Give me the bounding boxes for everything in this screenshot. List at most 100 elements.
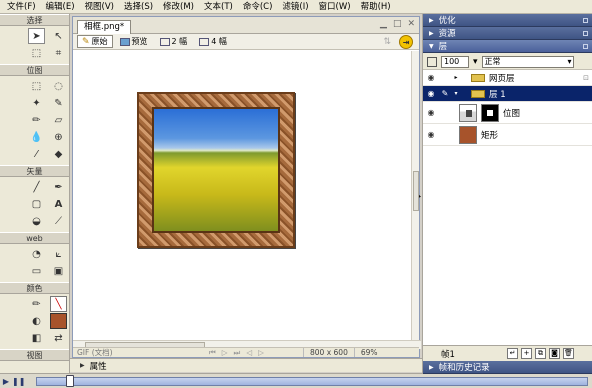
opacity-dropdown-icon[interactable]: ▾ [473, 57, 478, 67]
rubber-stamp-tool-icon[interactable]: ⊕ [50, 129, 67, 145]
knife-tool-icon[interactable]: ⟋ [50, 213, 67, 229]
pause-button-icon[interactable]: ❚❚ [12, 377, 25, 386]
timeline-track[interactable] [36, 377, 588, 386]
expand-triangle-icon: ▶ [429, 29, 434, 37]
window-controls: ▁ □ ✕ [380, 19, 415, 29]
vertical-scrollbar[interactable] [411, 51, 419, 340]
menu-window[interactable]: 窗口(W) [314, 0, 356, 14]
paint-bucket-tool-icon[interactable]: ◆ [50, 146, 67, 162]
blur-tool-icon[interactable]: 💧 [28, 129, 45, 145]
line-tool-icon[interactable]: ╱ [28, 179, 45, 195]
eyedropper-tool-icon[interactable]: ⁄ [28, 146, 45, 162]
layer-object-bitmap[interactable]: ◉ 位图 [423, 102, 592, 124]
marquee-tool-icon[interactable]: ⬚ [28, 78, 45, 94]
lasso-tool-icon[interactable]: ◌ [50, 78, 67, 94]
layer-row-web[interactable]: ◉ ▸ 网页层 ⊡ [423, 70, 592, 86]
tab-2up[interactable]: 2 幅 [155, 35, 193, 48]
scale-tool-icon[interactable]: ⬚ [28, 45, 45, 61]
minimize-icon[interactable]: ▁ [380, 19, 387, 29]
next-frame-icon[interactable]: ▷ [258, 348, 264, 358]
select-tools: ➤ ↖ ⬚ ⌗ [0, 26, 69, 64]
default-colors-icon[interactable]: ◧ [28, 330, 45, 346]
eraser-tool-icon[interactable]: ▱ [50, 112, 67, 128]
stroke-swatch-icon[interactable]: ╲ [50, 296, 67, 312]
rectangle-tool-icon[interactable]: ▢ [28, 196, 45, 212]
tools-panel: 选择 ➤ ↖ ⬚ ⌗ 位图 ⬚ ◌ ✦ ✎ ✏ ▱ 💧 ⊕ ⁄ ◆ 矢量 ╱ ✒… [0, 14, 70, 374]
add-mask-icon[interactable]: ◙ [549, 348, 560, 359]
tab-2up-label: 2 幅 [171, 37, 188, 46]
menu-commands[interactable]: 命令(C) [238, 0, 278, 14]
tab-preview[interactable]: 预览 [115, 35, 153, 48]
slice-tool-icon[interactable]: ⟀ [50, 246, 67, 262]
eye-icon[interactable]: ◉ [423, 73, 439, 82]
folder-icon [471, 89, 485, 98]
duplicate-layer-icon[interactable]: ⧉ [535, 348, 546, 359]
collapse-triangle-icon[interactable]: ▾ [451, 90, 461, 97]
freeform-tool-icon[interactable]: ◒ [28, 213, 45, 229]
current-frame-label[interactable]: 帧1 [423, 348, 507, 360]
opacity-field[interactable]: 100 [441, 55, 469, 68]
layer-object-rectangle[interactable]: ◉ 矩形 [423, 124, 592, 146]
assets-panel-header[interactable]: ▶ 资源 [423, 27, 592, 40]
playback-controls: ⏮ ▷ ⏭ ◁ ▷ [203, 348, 303, 358]
zoom-level[interactable]: 69% [353, 348, 384, 357]
timeline-playhead[interactable] [66, 375, 74, 387]
quick-export-icon[interactable]: ⇥ [399, 35, 413, 49]
expand-triangle-icon[interactable]: ▸ [451, 74, 461, 81]
tab-4up[interactable]: 4 幅 [194, 35, 232, 48]
pencil-tool-icon[interactable]: ✏ [28, 112, 45, 128]
swap-colors-icon[interactable]: ⇄ [50, 330, 67, 346]
menu-text[interactable]: 文本(T) [199, 0, 238, 14]
menu-filters[interactable]: 滤镜(I) [277, 0, 313, 14]
crop-tool-icon[interactable]: ⌗ [50, 45, 67, 61]
brush-tool-icon[interactable]: ✎ [50, 95, 67, 111]
expand-triangle-icon: ▶ [429, 363, 434, 371]
new-layer-icon[interactable]: + [521, 348, 532, 359]
canvas[interactable] [73, 51, 421, 340]
eye-icon[interactable]: ◉ [423, 130, 439, 139]
optimize-panel-header[interactable]: ▶ 优化 [423, 14, 592, 27]
stroke-color-icon[interactable]: ✏ [28, 296, 45, 312]
tab-4up-label: 4 幅 [211, 37, 227, 46]
pointer-tool-icon[interactable]: ➤ [28, 28, 45, 44]
maximize-icon[interactable]: □ [393, 19, 402, 29]
frames-history-panel-header[interactable]: ▶ 帧和历史记录 [423, 361, 592, 374]
play-button-icon[interactable]: ▶ [0, 377, 12, 386]
canvas-dimensions[interactable]: 800 x 600 [303, 348, 354, 357]
menu-modify[interactable]: 修改(M) [158, 0, 199, 14]
blend-mode-select[interactable]: 正常 [481, 55, 574, 68]
eye-icon[interactable]: ◉ [423, 108, 439, 117]
eye-icon[interactable]: ◉ [423, 89, 439, 98]
pen-tool-icon[interactable]: ✒ [50, 179, 67, 195]
folder-icon [471, 73, 485, 82]
menu-edit[interactable]: 编辑(E) [41, 0, 80, 14]
menu-view[interactable]: 视图(V) [80, 0, 119, 14]
hide-slices-icon[interactable]: ▭ [28, 263, 45, 279]
rapeseed-field-photo [154, 109, 278, 231]
menu-select[interactable]: 选择(S) [119, 0, 158, 14]
fill-swatch-icon[interactable] [50, 313, 67, 329]
text-tool-icon[interactable]: A [50, 196, 67, 212]
tab-original[interactable]: ✎ 原始 [77, 35, 113, 48]
subselect-tool-icon[interactable]: ↖ [50, 28, 67, 44]
layers-panel-header[interactable]: ▼ 层 [423, 40, 592, 53]
last-frame-icon[interactable]: ⏭ [234, 348, 241, 358]
layer-row-layer1[interactable]: ◉ ✎ ▾ 层 1 [423, 86, 592, 102]
two-up-icon [159, 37, 170, 46]
new-folder-icon[interactable]: ↵ [507, 348, 518, 359]
collapse-triangle-icon: ▼ [429, 42, 434, 50]
menu-file[interactable]: 文件(F) [2, 0, 41, 14]
magic-wand-tool-icon[interactable]: ✦ [28, 95, 45, 111]
play-icon[interactable]: ▷ [222, 348, 228, 358]
first-frame-icon[interactable]: ⏮ [209, 348, 216, 358]
show-slices-icon[interactable]: ▣ [50, 263, 67, 279]
fill-color-icon[interactable]: ◐ [28, 313, 45, 329]
close-icon[interactable]: ✕ [407, 19, 415, 29]
document-tab[interactable]: 相框.png* [77, 20, 132, 34]
menu-help[interactable]: 帮助(H) [356, 0, 396, 14]
properties-panel-header[interactable]: ▶ 属性 [70, 358, 422, 372]
delete-layer-icon[interactable]: 🗑 [563, 348, 574, 359]
prev-frame-icon[interactable]: ◁ [246, 348, 252, 358]
vertical-scroll-thumb[interactable] [413, 171, 419, 211]
hotspot-tool-icon[interactable]: ◔ [28, 246, 45, 262]
